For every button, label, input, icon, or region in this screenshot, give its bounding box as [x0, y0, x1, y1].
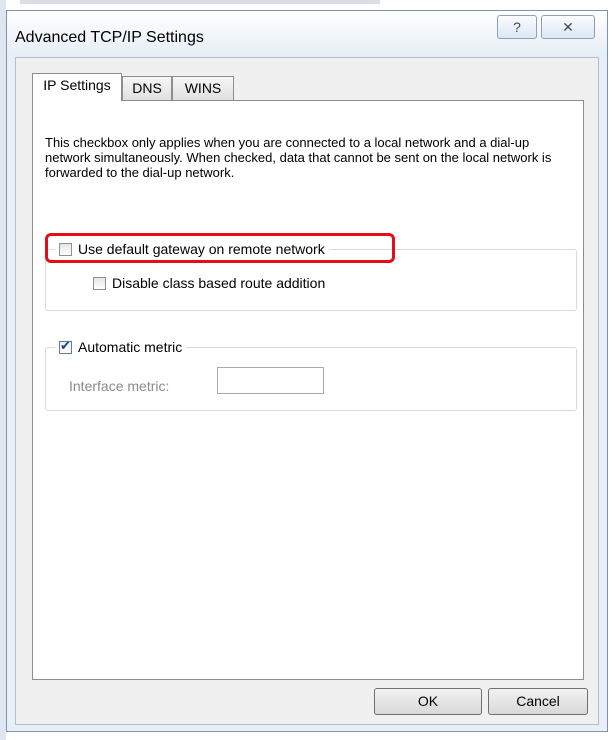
- help-button[interactable]: ?: [497, 15, 537, 39]
- help-icon: ?: [513, 19, 521, 35]
- dialog-body: IP Settings DNS WINS This checkbox only …: [15, 57, 599, 725]
- red-highlight-box: [45, 233, 395, 263]
- ip-settings-panel: This checkbox only applies when you are …: [32, 100, 584, 680]
- close-icon: ✕: [562, 19, 574, 35]
- background-window-remnant: [20, 0, 380, 4]
- title-bar: Advanced TCP/IP Settings ? ✕: [7, 11, 607, 57]
- cancel-button[interactable]: Cancel: [488, 688, 588, 715]
- advanced-tcpip-dialog: Advanced TCP/IP Settings ? ✕ IP Settings…: [6, 10, 608, 732]
- checkbox-box[interactable]: ✔: [59, 337, 72, 354]
- tab-ip-settings[interactable]: IP Settings: [32, 73, 122, 101]
- automatic-metric-label: Automatic metric: [78, 339, 183, 355]
- tab-wins[interactable]: WINS: [172, 76, 234, 100]
- disable-class-route-checkbox[interactable]: Disable class based route addition: [89, 273, 330, 293]
- window-title: Advanced TCP/IP Settings: [15, 29, 204, 46]
- close-button[interactable]: ✕: [541, 15, 595, 39]
- ok-button[interactable]: OK: [374, 688, 482, 715]
- checkmark-icon: ✔: [60, 337, 71, 353]
- automatic-metric-checkbox[interactable]: ✔ Automatic metric: [55, 337, 187, 357]
- interface-metric-label: Interface metric:: [69, 378, 170, 394]
- checkbox-box[interactable]: [93, 276, 106, 290]
- description-text: This checkbox only applies when you are …: [45, 135, 552, 180]
- disable-class-route-label: Disable class based route addition: [112, 275, 326, 291]
- interface-metric-input[interactable]: [217, 367, 324, 394]
- tab-dns[interactable]: DNS: [122, 76, 172, 100]
